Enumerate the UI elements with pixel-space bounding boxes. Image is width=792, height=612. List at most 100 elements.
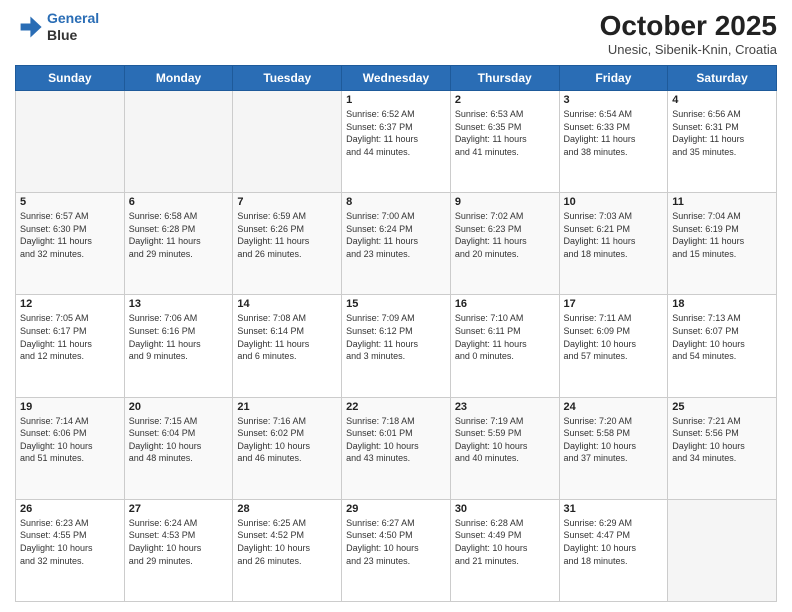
day-number: 18 [672,298,772,310]
day-number: 7 [237,196,337,208]
day-number: 30 [455,503,555,515]
day-info: Sunrise: 7:14 AM Sunset: 6:06 PM Dayligh… [20,415,120,465]
day-number: 31 [564,503,664,515]
logo-line1: General [47,10,99,26]
logo-line2: Blue [47,27,99,44]
day-number: 14 [237,298,337,310]
calendar-cell: 6 Sunrise: 6:58 AM Sunset: 6:28 PM Daylig… [124,193,233,295]
calendar-cell [668,499,777,601]
calendar-cell: 14 Sunrise: 7:08 AM Sunset: 6:14 PM Dayli… [233,295,342,397]
calendar-cell: 1 Sunrise: 6:52 AM Sunset: 6:37 PM Daylig… [342,91,451,193]
day-info: Sunrise: 7:10 AM Sunset: 6:11 PM Dayligh… [455,312,555,362]
calendar-header-row: SundayMondayTuesdayWednesdayThursdayFrid… [16,66,777,91]
day-number: 16 [455,298,555,310]
day-number: 12 [20,298,120,310]
month-title: October 2025 [600,10,777,42]
calendar-cell: 12Sunrise: 7:05 AM Sunset: 6:17 PM Dayli… [16,295,125,397]
calendar-cell: 30 Sunrise: 6:28 AM Sunset: 4:49 PM Dayli… [450,499,559,601]
calendar-cell: 19 Sunrise: 7:14 AM Sunset: 6:06 PM Dayli… [16,397,125,499]
col-header-friday: Friday [559,66,668,91]
day-info: Sunrise: 7:08 AM Sunset: 6:14 PM Dayligh… [237,312,337,362]
day-info: Sunrise: 6:59 AM Sunset: 6:26 PM Dayligh… [237,210,337,260]
calendar-cell: 17 Sunrise: 7:11 AM Sunset: 6:09 PM Dayli… [559,295,668,397]
day-number: 29 [346,503,446,515]
calendar-cell: 2Sunrise: 6:53 AM Sunset: 6:35 PM Daylig… [450,91,559,193]
calendar-cell [124,91,233,193]
day-number: 22 [346,401,446,413]
calendar-cell: 7 Sunrise: 6:59 AM Sunset: 6:26 PM Daylig… [233,193,342,295]
calendar-cell: 13Sunrise: 7:06 AM Sunset: 6:16 PM Dayli… [124,295,233,397]
day-info: Sunrise: 6:25 AM Sunset: 4:52 PM Dayligh… [237,517,337,567]
day-info: Sunrise: 7:19 AM Sunset: 5:59 PM Dayligh… [455,415,555,465]
day-info: Sunrise: 6:52 AM Sunset: 6:37 PM Dayligh… [346,108,446,158]
day-number: 13 [129,298,229,310]
calendar-cell [233,91,342,193]
day-number: 15 [346,298,446,310]
day-info: Sunrise: 6:58 AM Sunset: 6:28 PM Dayligh… [129,210,229,260]
calendar-cell: 21Sunrise: 7:16 AM Sunset: 6:02 PM Dayli… [233,397,342,499]
day-number: 20 [129,401,229,413]
calendar-week-row: 19 Sunrise: 7:14 AM Sunset: 6:06 PM Dayli… [16,397,777,499]
day-info: Sunrise: 7:00 AM Sunset: 6:24 PM Dayligh… [346,210,446,260]
calendar-cell: 24Sunrise: 7:20 AM Sunset: 5:58 PM Dayli… [559,397,668,499]
logo-text: General Blue [47,10,99,44]
day-info: Sunrise: 7:11 AM Sunset: 6:09 PM Dayligh… [564,312,664,362]
calendar-cell: 27 Sunrise: 6:24 AM Sunset: 4:53 PM Dayli… [124,499,233,601]
day-info: Sunrise: 6:57 AM Sunset: 6:30 PM Dayligh… [20,210,120,260]
calendar-cell: 31 Sunrise: 6:29 AM Sunset: 4:47 PM Dayli… [559,499,668,601]
calendar-cell: 23Sunrise: 7:19 AM Sunset: 5:59 PM Dayli… [450,397,559,499]
header: General Blue October 2025 Unesic, Sibeni… [15,10,777,57]
day-info: Sunrise: 7:18 AM Sunset: 6:01 PM Dayligh… [346,415,446,465]
day-info: Sunrise: 7:03 AM Sunset: 6:21 PM Dayligh… [564,210,664,260]
day-info: Sunrise: 7:13 AM Sunset: 6:07 PM Dayligh… [672,312,772,362]
calendar-cell: 10 Sunrise: 7:03 AM Sunset: 6:21 PM Dayli… [559,193,668,295]
day-info: Sunrise: 7:09 AM Sunset: 6:12 PM Dayligh… [346,312,446,362]
day-number: 24 [564,401,664,413]
location-subtitle: Unesic, Sibenik-Knin, Croatia [600,42,777,57]
day-number: 25 [672,401,772,413]
day-info: Sunrise: 7:21 AM Sunset: 5:56 PM Dayligh… [672,415,772,465]
day-info: Sunrise: 6:56 AM Sunset: 6:31 PM Dayligh… [672,108,772,158]
col-header-sunday: Sunday [16,66,125,91]
calendar-week-row: 5 Sunrise: 6:57 AM Sunset: 6:30 PM Daylig… [16,193,777,295]
day-number: 11 [672,196,772,208]
day-number: 5 [20,196,120,208]
logo-icon [15,13,43,41]
calendar-cell: 25 Sunrise: 7:21 AM Sunset: 5:56 PM Dayli… [668,397,777,499]
calendar-week-row: 12Sunrise: 7:05 AM Sunset: 6:17 PM Dayli… [16,295,777,397]
calendar-cell: 26Sunrise: 6:23 AM Sunset: 4:55 PM Dayli… [16,499,125,601]
day-info: Sunrise: 6:27 AM Sunset: 4:50 PM Dayligh… [346,517,446,567]
calendar-cell: 8 Sunrise: 7:00 AM Sunset: 6:24 PM Daylig… [342,193,451,295]
calendar-cell: 22 Sunrise: 7:18 AM Sunset: 6:01 PM Dayli… [342,397,451,499]
day-number: 19 [20,401,120,413]
day-info: Sunrise: 7:16 AM Sunset: 6:02 PM Dayligh… [237,415,337,465]
col-header-saturday: Saturday [668,66,777,91]
day-info: Sunrise: 6:28 AM Sunset: 4:49 PM Dayligh… [455,517,555,567]
day-number: 27 [129,503,229,515]
day-number: 26 [20,503,120,515]
day-info: Sunrise: 7:04 AM Sunset: 6:19 PM Dayligh… [672,210,772,260]
day-number: 28 [237,503,337,515]
day-number: 17 [564,298,664,310]
calendar-cell: 18 Sunrise: 7:13 AM Sunset: 6:07 PM Dayli… [668,295,777,397]
day-number: 1 [346,94,446,106]
col-header-wednesday: Wednesday [342,66,451,91]
day-number: 4 [672,94,772,106]
day-info: Sunrise: 7:02 AM Sunset: 6:23 PM Dayligh… [455,210,555,260]
logo: General Blue [15,10,99,44]
calendar-cell: 5 Sunrise: 6:57 AM Sunset: 6:30 PM Daylig… [16,193,125,295]
day-info: Sunrise: 6:24 AM Sunset: 4:53 PM Dayligh… [129,517,229,567]
col-header-monday: Monday [124,66,233,91]
calendar-cell: 16 Sunrise: 7:10 AM Sunset: 6:11 PM Dayli… [450,295,559,397]
calendar-cell: 29 Sunrise: 6:27 AM Sunset: 4:50 PM Dayli… [342,499,451,601]
day-info: Sunrise: 6:29 AM Sunset: 4:47 PM Dayligh… [564,517,664,567]
day-number: 10 [564,196,664,208]
col-header-thursday: Thursday [450,66,559,91]
calendar-cell [16,91,125,193]
day-number: 6 [129,196,229,208]
calendar-cell: 3Sunrise: 6:54 AM Sunset: 6:33 PM Daylig… [559,91,668,193]
calendar-week-row: 1 Sunrise: 6:52 AM Sunset: 6:37 PM Daylig… [16,91,777,193]
day-info: Sunrise: 7:15 AM Sunset: 6:04 PM Dayligh… [129,415,229,465]
calendar-cell: 11 Sunrise: 7:04 AM Sunset: 6:19 PM Dayli… [668,193,777,295]
day-number: 8 [346,196,446,208]
